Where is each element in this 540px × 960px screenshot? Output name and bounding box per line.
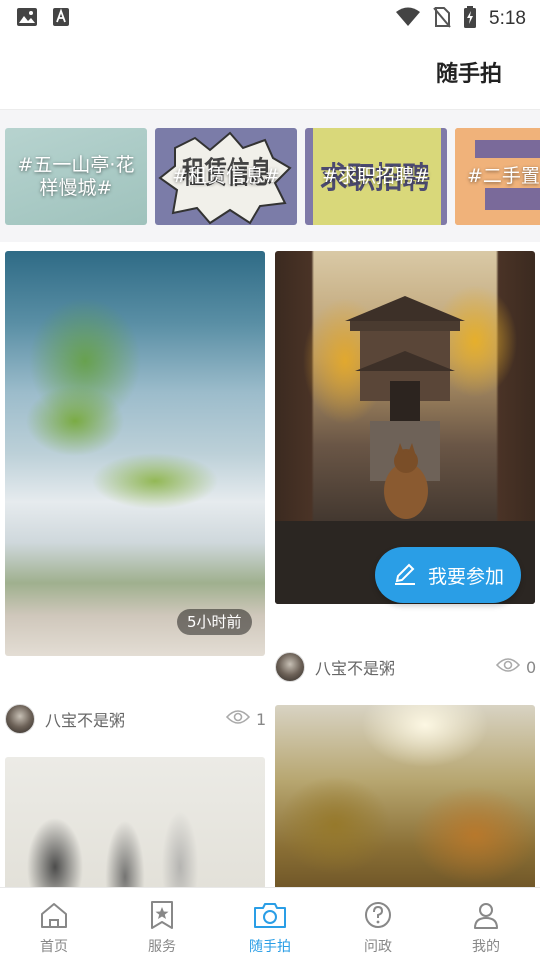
topic-card[interactable]: #五一山亭·花样慢城# <box>5 128 147 225</box>
view-count-value: 1 <box>256 709 267 729</box>
post-image[interactable] <box>275 705 535 887</box>
wifi-icon <box>395 7 421 31</box>
battery-charging-icon <box>463 6 477 32</box>
topic-label: #二手置 <box>467 165 540 187</box>
tab-home[interactable]: 首页 <box>0 888 108 960</box>
text-notification-icon <box>52 7 70 31</box>
status-bar: 5:18 <box>0 0 540 38</box>
topic-card[interactable]: 租赁信息 #租赁信息# <box>155 128 297 225</box>
gallery-notification-icon <box>16 7 38 31</box>
topic-card[interactable]: 求职招聘 #求职招聘# <box>305 128 447 225</box>
author-name: 八宝不是粥 <box>315 659 396 678</box>
post-time-badge: 5小时前 <box>177 609 252 635</box>
tab-label: 首页 <box>40 939 68 955</box>
post-image[interactable] <box>5 251 265 656</box>
screen: 5:18 随手拍 #五一山亭·花样慢城# 租赁信息 #租赁信息# 求职招聘 #求… <box>0 0 540 960</box>
avatar[interactable] <box>5 704 35 734</box>
topic-strip[interactable]: #五一山亭·花样慢城# 租赁信息 #租赁信息# 求职招聘 #求职招聘# #二手置 <box>0 110 540 242</box>
tab-label: 我的 <box>472 939 500 955</box>
tab-snapshot[interactable]: 随手拍 <box>216 888 324 960</box>
camera-icon <box>252 900 288 934</box>
header: 随手拍 <box>0 38 540 110</box>
tab-profile[interactable]: 我的 <box>432 888 540 960</box>
avatar[interactable] <box>275 652 305 682</box>
tab-label: 服务 <box>148 939 176 955</box>
tab-label: 随手拍 <box>249 939 291 955</box>
join-button-label: 我要参加 <box>427 565 504 588</box>
eye-icon <box>225 709 251 729</box>
star-bookmark-icon <box>147 900 177 934</box>
topic-label: #求职招聘# <box>322 165 430 187</box>
topic-label: #租赁信息# <box>172 165 280 187</box>
view-count: 1 <box>225 709 267 729</box>
no-sim-icon <box>433 6 451 32</box>
bottom-tab-bar: 首页 服务 随手拍 问政 我的 <box>0 887 540 960</box>
question-icon <box>363 900 393 934</box>
view-count-value: 0 <box>526 657 537 677</box>
tab-services[interactable]: 服务 <box>108 888 216 960</box>
user-icon <box>471 900 501 934</box>
author-name: 八宝不是粥 <box>45 711 126 730</box>
page-title: 随手拍 <box>435 62 502 87</box>
view-count: 0 <box>495 657 537 677</box>
home-icon <box>39 900 69 934</box>
clock: 5:18 <box>489 8 526 29</box>
topic-label: #五一山亭·花样慢城# <box>17 153 135 199</box>
join-button[interactable]: 我要参加 <box>375 547 521 603</box>
tab-label: 问政 <box>364 939 392 955</box>
post-author[interactable]: 八宝不是粥 <box>5 702 125 736</box>
eye-icon <box>495 657 521 677</box>
pencil-icon <box>392 560 418 591</box>
post-author[interactable]: 八宝不是粥 <box>275 650 395 684</box>
post-image[interactable] <box>5 757 265 887</box>
tab-inquiry[interactable]: 问政 <box>324 888 432 960</box>
topic-card[interactable]: #二手置 <box>455 128 540 225</box>
